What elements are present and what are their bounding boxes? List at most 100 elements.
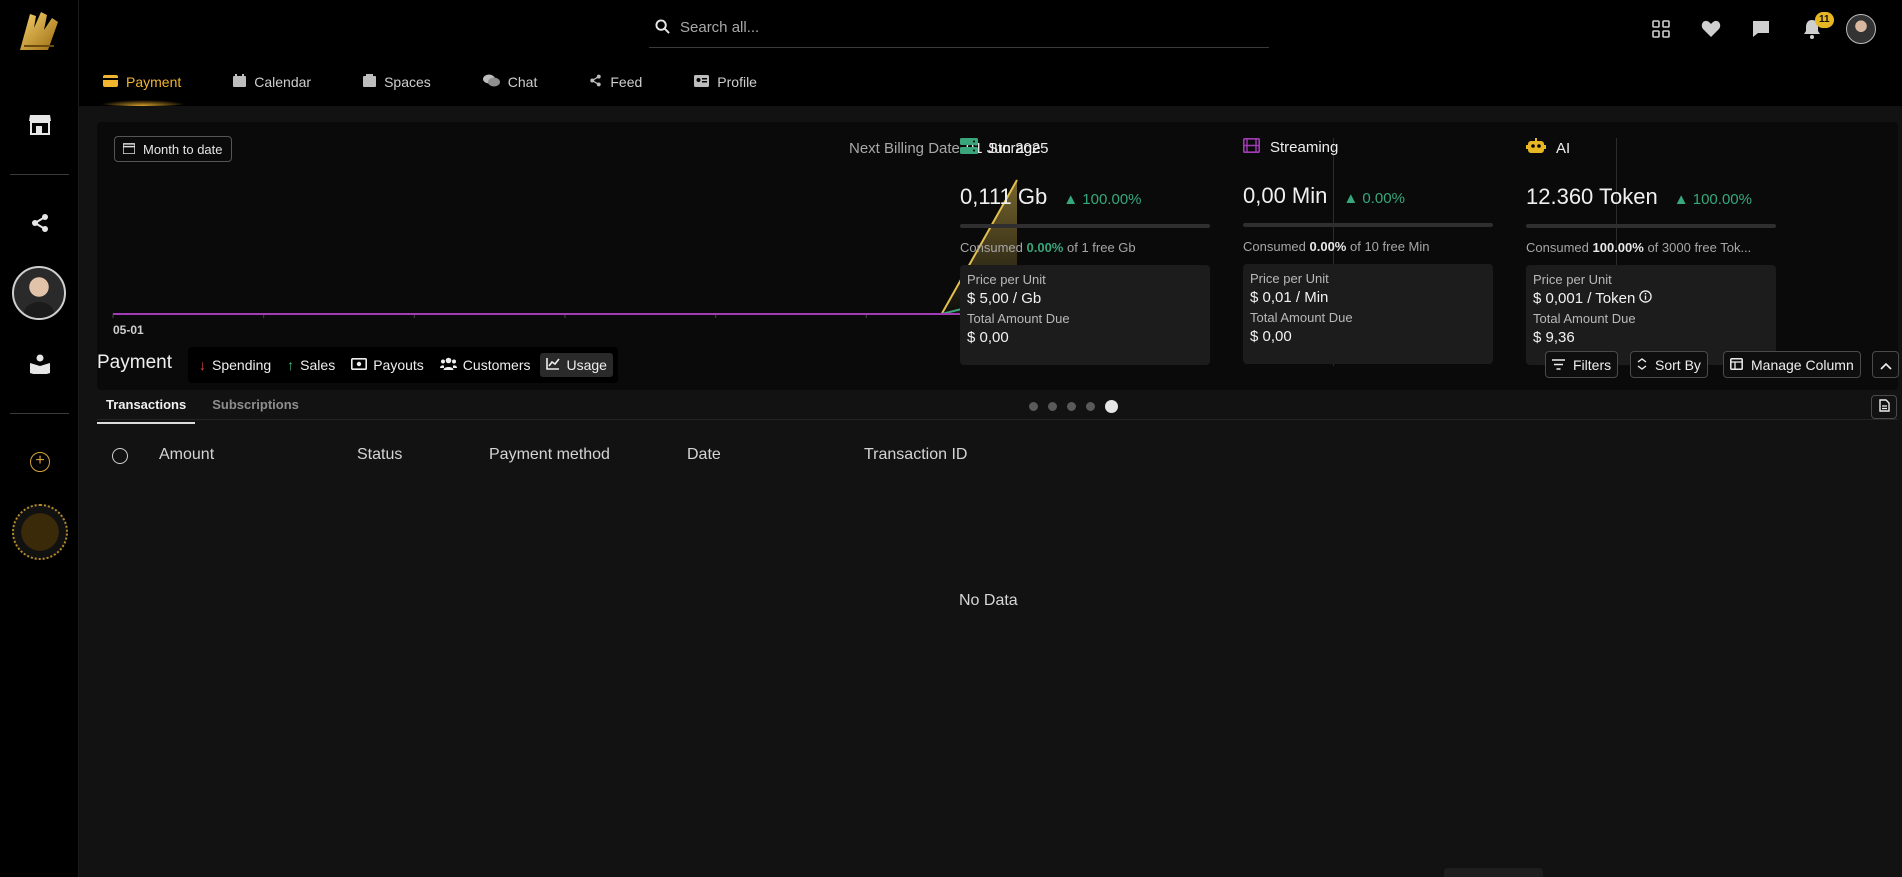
filters-button[interactable]: Filters (1545, 351, 1619, 378)
date-range-button[interactable]: Month to date (114, 136, 232, 162)
chevron-up-icon (1879, 357, 1892, 373)
x-tick-label: 05-01 (113, 323, 144, 337)
arrow-up-icon: ↑ (287, 357, 295, 373)
price-value: $ 5,00 / Gb (967, 290, 1042, 307)
pricing-box: Price per Unit $ 0,001 / Token Total Amo… (1526, 265, 1776, 365)
metric-streaming: Streaming 0,00 Min ▲ 0.00% Consumed 0.00… (1243, 138, 1493, 368)
tab-label: Profile (717, 74, 757, 90)
metric-value: 12.360 Token (1526, 184, 1658, 209)
pager-dot[interactable] (1086, 402, 1095, 411)
column-date[interactable]: Date (687, 446, 721, 464)
due-value: $ 0,00 (1250, 328, 1292, 345)
consumption-bar (960, 224, 1210, 228)
tab-payment[interactable]: Payment (96, 58, 201, 106)
money-bill-icon (351, 357, 368, 373)
table-header: Amount Status Payment method Date Transa… (97, 436, 1898, 476)
pager-dot[interactable] (1029, 402, 1038, 411)
column-transaction-id[interactable]: Transaction ID (864, 446, 967, 464)
store-icon[interactable] (27, 111, 53, 137)
info-icon[interactable] (1639, 290, 1653, 307)
manage-column-label: Manage Column (1751, 356, 1854, 373)
search-icon (655, 18, 670, 37)
user-avatar[interactable] (12, 266, 66, 320)
tab-spaces[interactable]: Spaces (363, 58, 451, 106)
chat-icon (482, 74, 500, 90)
consumed-suffix: of 1 free Gb (1067, 240, 1136, 255)
brand-crest-icon[interactable] (12, 504, 68, 560)
price-label: Price per Unit (967, 272, 1046, 287)
segment-usage[interactable]: Usage (540, 353, 613, 377)
users-icon (439, 357, 457, 373)
manage-column-button[interactable]: Manage Column (1723, 351, 1861, 378)
add-circle-icon[interactable]: + (30, 452, 50, 472)
tab-label: Chat (507, 74, 538, 90)
collapse-button[interactable] (1872, 351, 1899, 378)
consumed-suffix: of 3000 free Tok... (1647, 240, 1752, 255)
spaces-icon (363, 74, 377, 90)
tab-chat[interactable]: Chat (482, 58, 558, 106)
metric-value: 0,00 Min (1243, 183, 1328, 208)
consumed-pct: 0.00% (1026, 240, 1064, 255)
apps-grid-icon[interactable] (1649, 17, 1673, 41)
brand-logo-icon[interactable] (14, 6, 64, 56)
consumed-prefix: Consumed (960, 240, 1023, 255)
share-icon (589, 74, 602, 90)
segment-label: Customers (462, 357, 531, 373)
export-button[interactable] (1871, 395, 1897, 419)
main-content: Month to date Next Billing Date 01 Jun 20… (79, 106, 1902, 877)
pricing-box: Price per Unit $ 5,00 / Gb Total Amount … (960, 265, 1210, 365)
tab-label: Feed (610, 74, 643, 90)
filters-label: Filters (1573, 356, 1612, 373)
select-all-checkbox[interactable] (112, 448, 128, 464)
metric-change: 100.00% (1692, 191, 1752, 208)
arrow-down-icon: ↓ (199, 357, 206, 373)
pager-dot[interactable] (1105, 400, 1118, 413)
calendar-icon (122, 142, 136, 157)
top-bar (79, 0, 1902, 58)
segment-payouts[interactable]: Payouts (345, 353, 430, 377)
heart-icon[interactable] (1699, 17, 1723, 41)
consumed-prefix: Consumed (1526, 240, 1589, 255)
scroll-handle[interactable] (1444, 868, 1543, 877)
metric-change: 100.00% (1082, 191, 1142, 208)
caret-up-icon: ▲ (1343, 190, 1359, 207)
consumed-pct: 0.00% (1309, 239, 1347, 254)
consumed-suffix: of 10 free Min (1350, 239, 1430, 254)
book-reader-icon[interactable] (27, 351, 53, 377)
payment-segment-control: ↓ Spending ↑ Sales Payouts Customers Usage (188, 347, 618, 383)
pager-dot[interactable] (1048, 402, 1057, 411)
segment-sales[interactable]: ↑ Sales (281, 353, 341, 377)
column-payment-method[interactable]: Payment method (489, 446, 610, 464)
sort-button[interactable]: Sort By (1630, 351, 1708, 378)
file-export-icon (1878, 399, 1890, 415)
tab-feed[interactable]: Feed (589, 58, 662, 106)
caret-up-icon: ▲ (1063, 191, 1079, 208)
segment-spending[interactable]: ↓ Spending (193, 353, 277, 377)
consumed-prefix: Consumed (1243, 239, 1306, 254)
search-input[interactable] (680, 19, 1240, 36)
segment-label: Payouts (373, 357, 424, 373)
empty-state: No Data (959, 592, 1018, 609)
column-status[interactable]: Status (357, 446, 402, 464)
tab-calendar[interactable]: Calendar (233, 58, 331, 106)
due-label: Total Amount Due (1250, 310, 1353, 325)
metric-name: AI (1556, 139, 1571, 157)
tab-profile[interactable]: Profile (694, 58, 777, 106)
message-icon[interactable] (1749, 17, 1773, 41)
sort-label: Sort By (1655, 356, 1701, 373)
share-icon[interactable] (27, 210, 53, 236)
tab-label: Calendar (254, 74, 312, 90)
tab-label: Spaces (384, 74, 431, 90)
next-billing-label: Next Billing Date (849, 140, 960, 157)
sidebar-divider (10, 174, 69, 175)
pager-dot[interactable] (1067, 402, 1076, 411)
consumed-pct: 100.00% (1592, 240, 1644, 255)
profile-avatar[interactable] (1846, 14, 1876, 44)
column-amount[interactable]: Amount (159, 446, 214, 464)
segment-customers[interactable]: Customers (434, 353, 537, 377)
film-icon (1243, 138, 1260, 157)
sidebar-divider (10, 413, 69, 414)
metric-ai: AI 12.360 Token ▲ 100.00% Consumed 100.0… (1526, 138, 1776, 368)
usage-area-chart: 05-0105-13 (112, 179, 1018, 337)
due-label: Total Amount Due (1533, 311, 1636, 326)
